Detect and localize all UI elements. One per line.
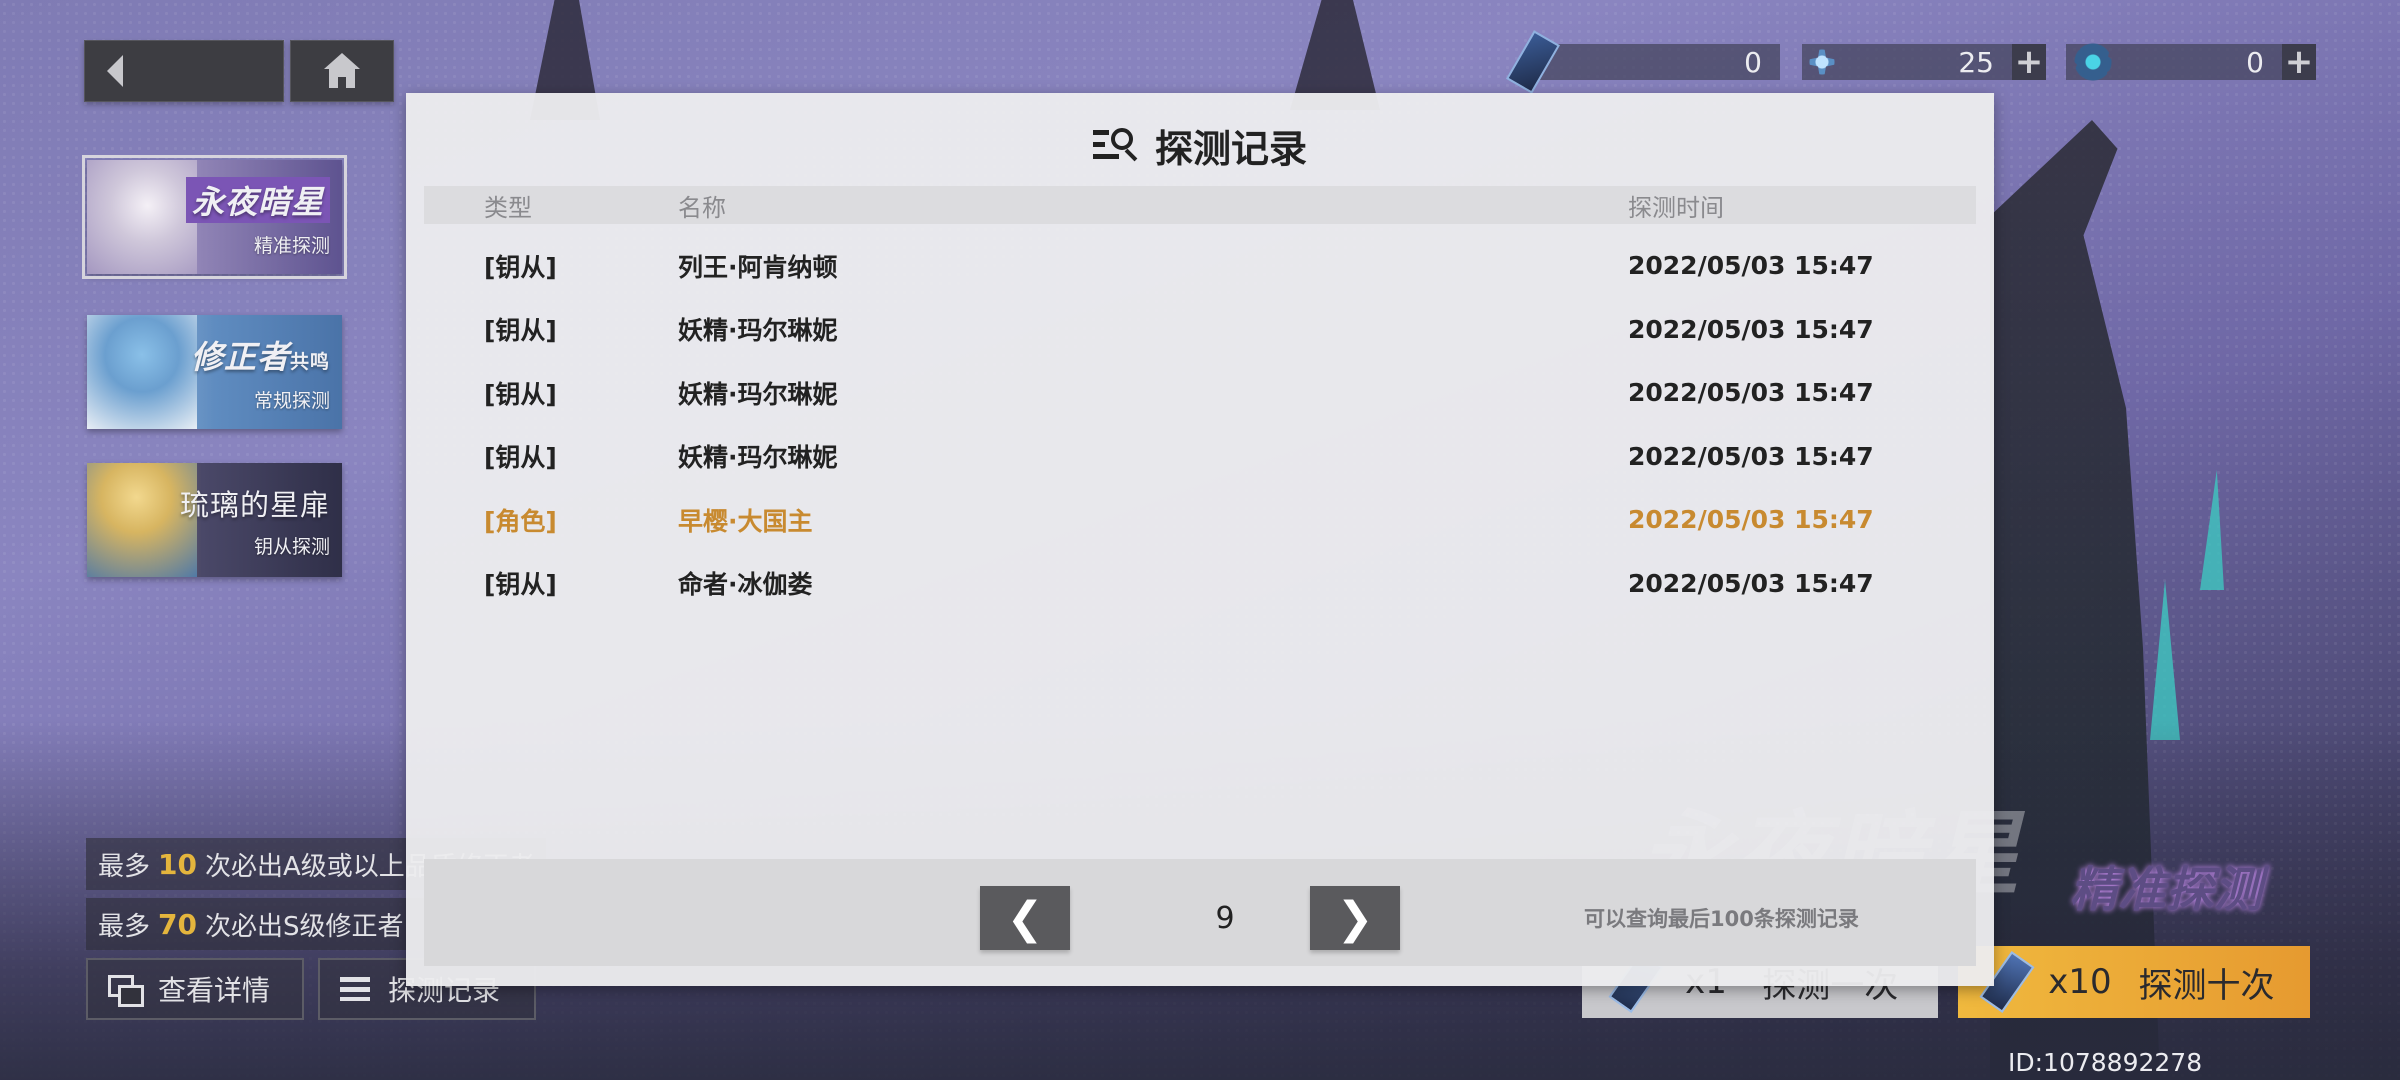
- windows-icon: [108, 975, 144, 1007]
- draw-records-modal: 探测记录 类型 名称 探测时间 [钥从] 列王·阿肯纳顿 2022/05/03 15…: [406, 93, 1994, 986]
- banner-subtitle: 精准探测: [253, 234, 330, 257]
- banner-subtitle: 常规探测: [253, 389, 330, 412]
- home-icon: [324, 53, 360, 89]
- chevron-right-icon: ❯: [1336, 892, 1374, 944]
- currency-value: 0: [2246, 45, 2264, 79]
- pagination-bar: ❮ 9 ❯ 可以查询最后100条探测记录: [424, 859, 1976, 966]
- column-header-time: 探测时间: [1628, 193, 1724, 222]
- record-row: [钥从] 妖精·玛尔琳妮 2022/05/03 15:47: [424, 425, 1976, 489]
- chevron-left-icon: ❮: [1006, 892, 1044, 944]
- chevron-left-icon: [107, 55, 123, 87]
- record-type: [钥从]: [484, 379, 557, 409]
- guarantee-count: 70: [158, 907, 197, 941]
- crystal-icon: [2068, 34, 2118, 90]
- banner-tab-glass-star-gate[interactable]: 琉璃的星扉 钥从探测: [87, 463, 342, 577]
- view-details-label: 查看详情: [158, 974, 271, 1007]
- record-name: 列王·阿肯纳顿: [678, 252, 838, 282]
- draw-ten-quantity: x10: [2048, 962, 2112, 1002]
- column-header-name: 名称: [678, 193, 726, 222]
- record-time: 2022/05/03 15:47: [1628, 251, 1874, 281]
- guarantee-count: 10: [158, 847, 197, 881]
- record-time: 2022/05/03 15:47: [1628, 505, 1874, 535]
- record-name: 妖精·玛尔琳妮: [678, 443, 838, 473]
- decorative-crystal: [2200, 470, 2224, 590]
- guarantee-prefix: 最多: [98, 911, 151, 942]
- banner-title: 永夜暗星: [185, 176, 330, 223]
- record-type: [角色]: [484, 506, 557, 536]
- guarantee-prefix: 最多: [98, 851, 151, 882]
- user-id: ID:1078892278: [2008, 1048, 2203, 1077]
- previous-page-button[interactable]: ❮: [980, 886, 1070, 950]
- record-time: 2022/05/03 15:47: [1628, 314, 1874, 344]
- currency-value: 25: [1958, 45, 1994, 79]
- currency-value: 0: [1744, 45, 1762, 79]
- banner-title: 修正者共鸣: [191, 332, 330, 378]
- modal-title-text: 探测记录: [1154, 126, 1307, 171]
- record-name: 早樱·大国主: [678, 506, 813, 536]
- records-limit-note: 可以查询最后100条探测记录: [1584, 907, 1859, 931]
- banner-character-art: [87, 160, 197, 274]
- record-row: [钥从] 妖精·玛尔琳妮 2022/05/03 15:47: [424, 298, 1976, 362]
- current-page-number: 9: [1215, 900, 1235, 936]
- search-list-icon: [1092, 128, 1143, 162]
- records-table-header: 类型 名称 探测时间: [424, 186, 1976, 224]
- draw-ten-label: 探测十次: [2138, 965, 2275, 1006]
- record-row: [钥从] 妖精·玛尔琳妮 2022/05/03 15:47: [424, 361, 1976, 425]
- record-name: 妖精·玛尔琳妮: [678, 316, 838, 346]
- record-time: 2022/05/03 15:47: [1628, 441, 1874, 471]
- record-row: [钥从] 列王·阿肯纳顿 2022/05/03 15:47: [424, 234, 1976, 298]
- record-row: [钥从] 命者·冰伽娄 2022/05/03 15:47: [424, 552, 1976, 616]
- banner-title-suffix: 共鸣: [289, 350, 330, 373]
- record-type: [钥从]: [484, 443, 557, 473]
- record-time: 2022/05/03 15:47: [1628, 378, 1874, 408]
- currency-ticket: 0: [1530, 44, 1780, 80]
- banner-tab-eternal-night[interactable]: 永夜暗星 精准探测: [82, 155, 347, 279]
- column-header-type: 类型: [484, 193, 532, 222]
- banner-title: 琉璃的星扉: [179, 487, 330, 522]
- featured-banner-subtitle: 精准探测: [2070, 862, 2263, 918]
- add-currency-button[interactable]: +: [2282, 42, 2316, 82]
- decorative-crystal: [2150, 580, 2180, 740]
- add-currency-button[interactable]: +: [2012, 42, 2046, 82]
- star-shard-icon: [1797, 34, 1847, 90]
- banner-tab-corrector-resonance[interactable]: 修正者共鸣 常规探测: [87, 315, 342, 429]
- guarantee-suffix: 次必出S级修正者: [204, 911, 404, 942]
- view-details-button[interactable]: 查看详情: [86, 958, 304, 1020]
- draw-ten-button[interactable]: x10 探测十次: [1958, 946, 2310, 1018]
- back-button[interactable]: [84, 40, 284, 102]
- banner-character-art: [87, 315, 197, 429]
- list-icon: [340, 977, 370, 1001]
- modal-title: 探测记录: [406, 115, 1994, 175]
- records-table-body: [钥从] 列王·阿肯纳顿 2022/05/03 15:47 [钥从] 妖精·玛尔琳妮 20…: [424, 234, 1976, 615]
- record-name: 妖精·玛尔琳妮: [678, 379, 838, 409]
- record-name: 命者·冰伽娄: [678, 570, 813, 600]
- home-button[interactable]: [290, 40, 394, 102]
- record-type: [钥从]: [484, 570, 557, 600]
- next-page-button[interactable]: ❯: [1310, 886, 1400, 950]
- banner-subtitle: 钥从探测: [253, 535, 330, 558]
- record-type: [钥从]: [484, 252, 557, 282]
- record-type: [钥从]: [484, 316, 557, 346]
- record-row: [角色] 早樱·大国主 2022/05/03 15:47: [424, 488, 1976, 552]
- record-time: 2022/05/03 15:47: [1628, 568, 1874, 598]
- banner-title-main: 修正者: [190, 337, 290, 376]
